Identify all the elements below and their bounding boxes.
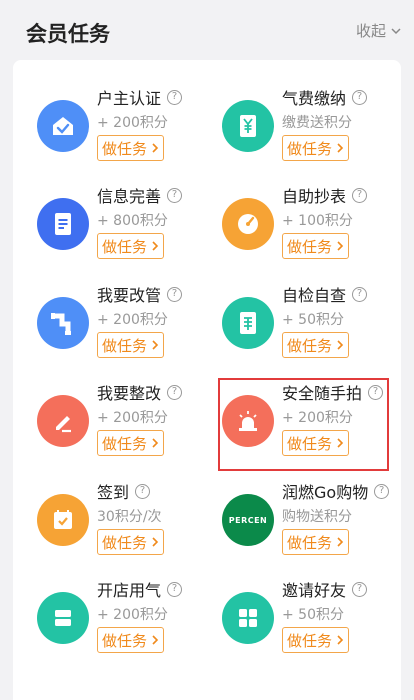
do-task-button[interactable]: 做任务: [282, 332, 350, 358]
task-points: + 200积分: [97, 312, 168, 328]
document-icon: [37, 198, 89, 250]
task-name: 安全随手拍: [282, 384, 363, 403]
chevron-right-icon: [337, 241, 344, 251]
task-name: 户主认证: [97, 89, 162, 108]
apps-icon: [222, 592, 274, 644]
task-points: + 50积分: [282, 312, 344, 328]
task-item: 自助抄表? + 100积分 做任务: [198, 183, 383, 281]
calendar-check-icon: [37, 494, 89, 546]
task-card: 户主认证? + 200积分 做任务 气费缴纳? 缴费送积分 做任务 信息完善? …: [13, 60, 401, 700]
chevron-right-icon: [152, 340, 159, 350]
task-name: 自助抄表: [282, 187, 347, 206]
alarm-light-icon: [222, 395, 274, 447]
section-title: 会员任务: [26, 22, 110, 46]
task-item: 邀请好友? + 50积分 做任务: [198, 577, 383, 675]
help-icon[interactable]: ?: [352, 89, 368, 105]
chevron-right-icon: [337, 537, 344, 547]
chevron-right-icon: [337, 143, 344, 153]
help-icon[interactable]: ?: [374, 483, 390, 499]
pencil-icon: [37, 395, 89, 447]
task-name: 气费缴纳: [282, 89, 347, 108]
percen-logo: PERCEN: [222, 494, 274, 546]
help-icon[interactable]: ?: [167, 384, 183, 400]
do-task-button[interactable]: 做任务: [282, 233, 350, 259]
do-task-button[interactable]: 做任务: [97, 529, 165, 555]
task-item: 我要改管? + 200积分 做任务: [13, 282, 198, 380]
task-item: 开店用气? + 200积分 做任务: [13, 577, 198, 675]
help-icon[interactable]: ?: [135, 483, 151, 499]
task-points: 购物送积分: [282, 509, 352, 525]
task-name: 润燃Go购物: [282, 483, 369, 502]
task-item: 签到? 30积分/次 做任务: [13, 479, 198, 577]
chevron-down-icon: [391, 27, 401, 34]
chevron-right-icon: [337, 438, 344, 448]
help-icon[interactable]: ?: [167, 89, 183, 105]
do-task-button[interactable]: 做任务: [97, 430, 165, 456]
do-task-button[interactable]: 做任务: [97, 135, 165, 161]
task-item: 信息完善? + 800积分 做任务: [13, 183, 198, 281]
do-task-button[interactable]: 做任务: [97, 627, 165, 653]
do-task-button[interactable]: 做任务: [97, 332, 165, 358]
do-task-button[interactable]: 做任务: [282, 627, 350, 653]
help-icon[interactable]: ?: [167, 187, 183, 203]
help-icon[interactable]: ?: [167, 581, 183, 597]
task-name: 开店用气: [97, 581, 162, 600]
help-icon[interactable]: ?: [352, 286, 368, 302]
help-icon[interactable]: ?: [368, 384, 384, 400]
do-task-button[interactable]: 做任务: [97, 233, 165, 259]
task-points: + 200积分: [97, 607, 168, 623]
task-name: 自检自查: [282, 286, 347, 305]
task-item: 气费缴纳? 缴费送积分 做任务: [198, 85, 383, 183]
task-points: + 100积分: [282, 213, 353, 229]
gauge-icon: [222, 198, 274, 250]
task-points: + 200积分: [97, 410, 168, 426]
task-item: 安全随手拍? + 200积分 做任务: [198, 380, 384, 478]
task-name: 邀请好友: [282, 581, 347, 600]
task-item: 户主认证? + 200积分 做任务: [13, 85, 198, 183]
chevron-right-icon: [152, 143, 159, 153]
house-check-icon: [37, 100, 89, 152]
do-task-button[interactable]: 做任务: [282, 529, 350, 555]
inspect-doc-icon: [222, 297, 274, 349]
task-item: 自检自查? + 50积分 做任务: [198, 282, 383, 380]
task-points: 缴费送积分: [282, 115, 352, 131]
chevron-right-icon: [152, 241, 159, 251]
chevron-right-icon: [337, 340, 344, 350]
collapse-label: 收起: [355, 22, 386, 40]
task-name: 信息完善: [97, 187, 162, 206]
task-points: + 200积分: [97, 115, 168, 131]
task-points: + 800积分: [97, 213, 168, 229]
help-icon[interactable]: ?: [167, 286, 183, 302]
chevron-right-icon: [152, 537, 159, 547]
task-points: + 200积分: [282, 410, 353, 426]
chevron-right-icon: [337, 635, 344, 645]
help-icon[interactable]: ?: [352, 187, 368, 203]
help-icon[interactable]: ?: [352, 581, 368, 597]
task-points: 30积分/次: [97, 509, 162, 525]
task-item: PERCEN 润燃Go购物? 购物送积分 做任务: [198, 479, 390, 577]
section-header: 会员任务 收起: [0, 0, 414, 60]
yen-bill-icon: [222, 100, 274, 152]
pipe-icon: [37, 297, 89, 349]
task-name: 签到: [97, 483, 130, 502]
do-task-button[interactable]: 做任务: [282, 135, 350, 161]
shop-icon: [37, 592, 89, 644]
do-task-button[interactable]: 做任务: [282, 430, 350, 456]
task-name: 我要改管: [97, 286, 162, 305]
task-points: + 50积分: [282, 607, 344, 623]
collapse-button[interactable]: 收起: [356, 20, 402, 41]
chevron-right-icon: [152, 635, 159, 645]
chevron-right-icon: [152, 438, 159, 448]
task-name: 我要整改: [97, 384, 162, 403]
task-item: 我要整改? + 200积分 做任务: [13, 380, 198, 478]
